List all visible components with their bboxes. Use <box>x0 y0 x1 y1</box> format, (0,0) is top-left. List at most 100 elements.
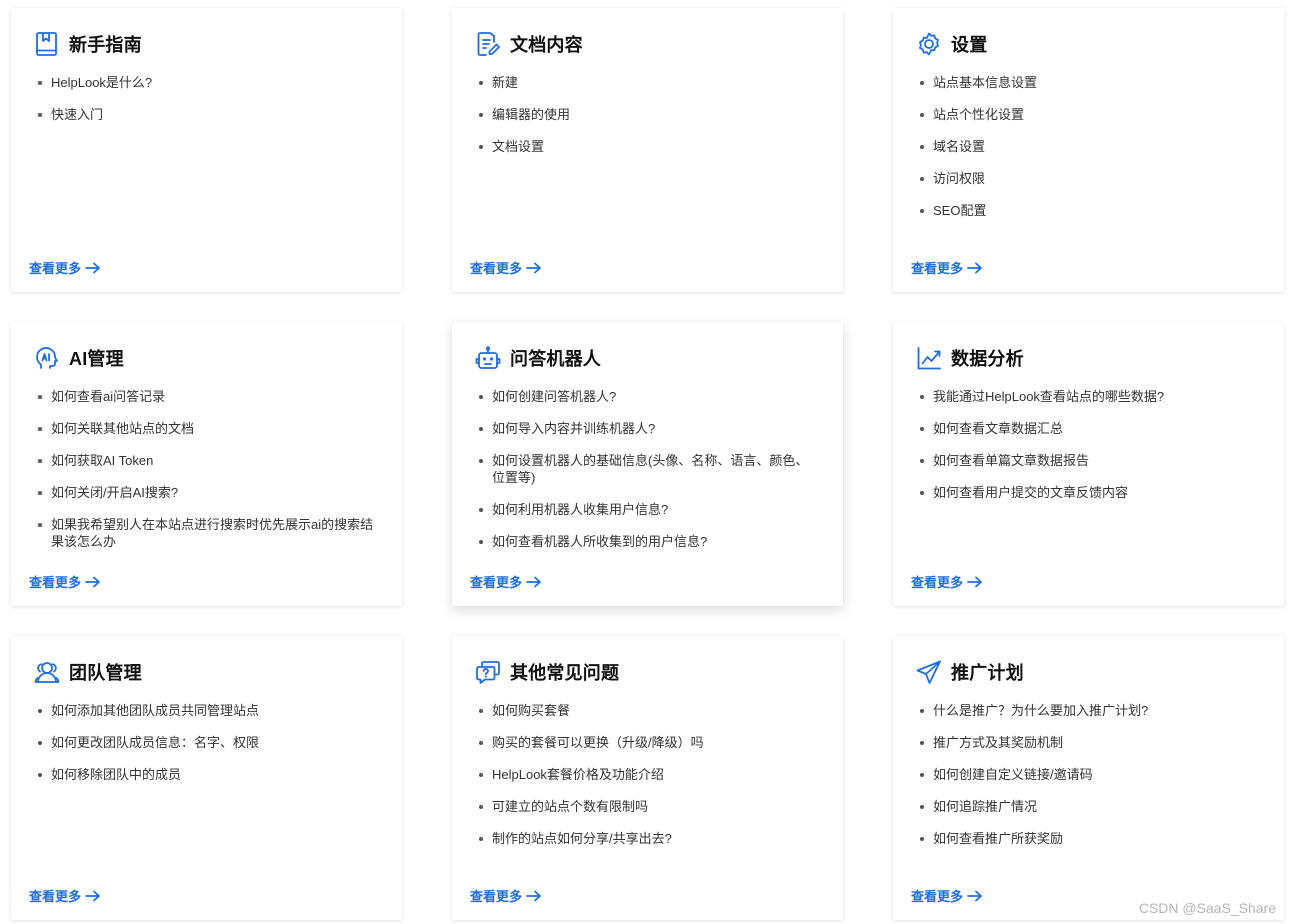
arrow-right-icon <box>85 576 100 587</box>
list-item[interactable]: HelpLook套餐价格及功能介绍 <box>474 766 821 783</box>
card-list: 如何购买套餐 购买的套餐可以更换（升级/降级）吗 HelpLook套餐价格及功能… <box>474 702 821 862</box>
list-item[interactable]: 如何设置机器人的基础信息(头像、名称、语言、颜色、位置等) <box>474 452 821 486</box>
card-settings: 设置 站点基本信息设置 站点个性化设置 域名设置 访问权限 SEO配置 查看更多 <box>893 8 1284 292</box>
list-item[interactable]: HelpLook是什么? <box>33 74 380 91</box>
list-item[interactable]: 如果我希望别人在本站点进行搜索时优先展示ai的搜索结果该怎么办 <box>33 516 380 550</box>
arrow-right-icon <box>967 262 982 273</box>
card-header: 团队管理 <box>33 656 142 688</box>
card-qa-robot: 问答机器人 如何创建问答机器人? 如何导入内容并训练机器人? 如何设置机器人的基… <box>452 322 843 606</box>
view-more-label: 查看更多 <box>911 261 964 276</box>
card-list: 如何创建问答机器人? 如何导入内容并训练机器人? 如何设置机器人的基础信息(头像… <box>474 388 821 565</box>
card-title: 推广计划 <box>951 663 1024 683</box>
card-title: 数据分析 <box>951 349 1024 369</box>
list-item[interactable]: SEO配置 <box>915 202 1262 219</box>
card-document-content: 文档内容 新建 编辑器的使用 文档设置 查看更多 <box>452 8 843 292</box>
card-title: 文档内容 <box>510 35 583 55</box>
list-item[interactable]: 购买的套餐可以更换（升级/降级）吗 <box>474 734 821 751</box>
list-item[interactable]: 可建立的站点个数有限制吗 <box>474 798 821 815</box>
card-header: 问答机器人 <box>474 342 601 374</box>
view-more-link[interactable]: 查看更多 <box>470 886 542 905</box>
card-ai-management: AI管理 如何查看ai问答记录 如何关联其他站点的文档 如何获取AI Token… <box>11 322 402 606</box>
list-item[interactable]: 新建 <box>474 74 821 91</box>
list-item[interactable]: 如何利用机器人收集用户信息? <box>474 501 821 518</box>
list-item[interactable]: 如何查看ai问答记录 <box>33 388 380 405</box>
view-more-link[interactable]: 查看更多 <box>29 572 101 591</box>
list-item[interactable]: 域名设置 <box>915 138 1262 155</box>
list-item[interactable]: 如何关闭/开启AI搜索? <box>33 484 380 501</box>
card-title: 新手指南 <box>69 35 142 55</box>
card-header: AI管理 <box>33 342 124 374</box>
card-header: 新手指南 <box>33 28 142 60</box>
list-item[interactable]: 如何查看推广所获奖励 <box>915 830 1262 847</box>
arrow-right-icon <box>967 890 982 901</box>
arrow-right-icon <box>526 890 541 901</box>
list-item[interactable]: 如何购买套餐 <box>474 702 821 719</box>
card-other-faq: 其他常见问题 如何购买套餐 购买的套餐可以更换（升级/降级）吗 HelpLook… <box>452 636 843 920</box>
view-more-label: 查看更多 <box>29 261 82 276</box>
list-item[interactable]: 如何关联其他站点的文档 <box>33 420 380 437</box>
arrow-right-icon <box>526 576 541 587</box>
watermark-text: CSDN @SaaS_Share <box>1138 900 1276 916</box>
card-title: 设置 <box>951 35 988 55</box>
card-list: 什么是推广？为什么要加入推广计划? 推广方式及其奖励机制 如何创建自定义链接/邀… <box>915 702 1262 862</box>
view-more-label: 查看更多 <box>911 889 964 904</box>
help-center-grid: 新手指南 HelpLook是什么? 快速入门 查看更多 文档内容 新建 编辑器的… <box>0 0 1290 924</box>
card-header: 设置 <box>915 28 987 60</box>
view-more-label: 查看更多 <box>470 261 523 276</box>
list-item[interactable]: 编辑器的使用 <box>474 106 821 123</box>
view-more-label: 查看更多 <box>29 575 82 590</box>
card-list: HelpLook是什么? 快速入门 <box>33 74 380 138</box>
list-item[interactable]: 如何查看单篇文章数据报告 <box>915 452 1262 469</box>
view-more-link[interactable]: 查看更多 <box>470 258 542 277</box>
list-item[interactable]: 我能通过HelpLook查看站点的哪些数据? <box>915 388 1262 405</box>
list-item[interactable]: 推广方式及其奖励机制 <box>915 734 1262 751</box>
card-data-analysis: 数据分析 我能通过HelpLook查看站点的哪些数据? 如何查看文章数据汇总 如… <box>893 322 1284 606</box>
list-item[interactable]: 如何查看用户提交的文章反馈内容 <box>915 484 1262 501</box>
view-more-link[interactable]: 查看更多 <box>911 572 983 591</box>
list-item[interactable]: 访问权限 <box>915 170 1262 187</box>
card-list: 新建 编辑器的使用 文档设置 <box>474 74 821 170</box>
view-more-link[interactable]: 查看更多 <box>470 572 542 591</box>
arrow-right-icon <box>85 262 100 273</box>
team-icon <box>33 658 61 686</box>
card-title: 团队管理 <box>69 663 142 683</box>
list-item[interactable]: 什么是推广？为什么要加入推广计划? <box>915 702 1262 719</box>
list-item[interactable]: 如何查看机器人所收集到的用户信息? <box>474 533 821 550</box>
document-edit-icon <box>474 30 502 58</box>
paper-plane-icon <box>915 658 943 686</box>
card-header: 文档内容 <box>474 28 583 60</box>
list-item[interactable]: 站点基本信息设置 <box>915 74 1262 91</box>
view-more-link[interactable]: 查看更多 <box>29 886 101 905</box>
view-more-label: 查看更多 <box>470 575 523 590</box>
list-item[interactable]: 文档设置 <box>474 138 821 155</box>
robot-icon <box>474 344 502 372</box>
list-item[interactable]: 如何创建问答机器人? <box>474 388 821 405</box>
list-item[interactable]: 如何更改团队成员信息：名字、权限 <box>33 734 380 751</box>
card-header: 其他常见问题 <box>474 656 619 688</box>
list-item[interactable]: 制作的站点如何分享/共享出去? <box>474 830 821 847</box>
arrow-right-icon <box>967 576 982 587</box>
list-item[interactable]: 如何追踪推广情况 <box>915 798 1262 815</box>
list-item[interactable]: 站点个性化设置 <box>915 106 1262 123</box>
card-title: AI管理 <box>69 349 124 369</box>
list-item[interactable]: 快速入门 <box>33 106 380 123</box>
card-list: 如何查看ai问答记录 如何关联其他站点的文档 如何获取AI Token 如何关闭… <box>33 388 380 565</box>
arrow-right-icon <box>85 890 100 901</box>
list-item[interactable]: 如何创建自定义链接/邀请码 <box>915 766 1262 783</box>
card-beginner-guide: 新手指南 HelpLook是什么? 快速入门 查看更多 <box>11 8 402 292</box>
list-item[interactable]: 如何查看文章数据汇总 <box>915 420 1262 437</box>
list-item[interactable]: 如何添加其他团队成员共同管理站点 <box>33 702 380 719</box>
view-more-label: 查看更多 <box>470 889 523 904</box>
list-item[interactable]: 如何导入内容并训练机器人? <box>474 420 821 437</box>
card-referral-program: 推广计划 什么是推广？为什么要加入推广计划? 推广方式及其奖励机制 如何创建自定… <box>893 636 1284 920</box>
list-item[interactable]: 如何移除团队中的成员 <box>33 766 380 783</box>
list-item[interactable]: 如何获取AI Token <box>33 452 380 469</box>
book-icon <box>33 30 61 58</box>
view-more-link[interactable]: 查看更多 <box>29 258 101 277</box>
card-header: 数据分析 <box>915 342 1024 374</box>
card-list: 如何添加其他团队成员共同管理站点 如何更改团队成员信息：名字、权限 如何移除团队… <box>33 702 380 798</box>
view-more-label: 查看更多 <box>911 575 964 590</box>
view-more-link[interactable]: 查看更多 <box>911 258 983 277</box>
view-more-link[interactable]: 查看更多 <box>911 886 983 905</box>
card-list: 我能通过HelpLook查看站点的哪些数据? 如何查看文章数据汇总 如何查看单篇… <box>915 388 1262 516</box>
